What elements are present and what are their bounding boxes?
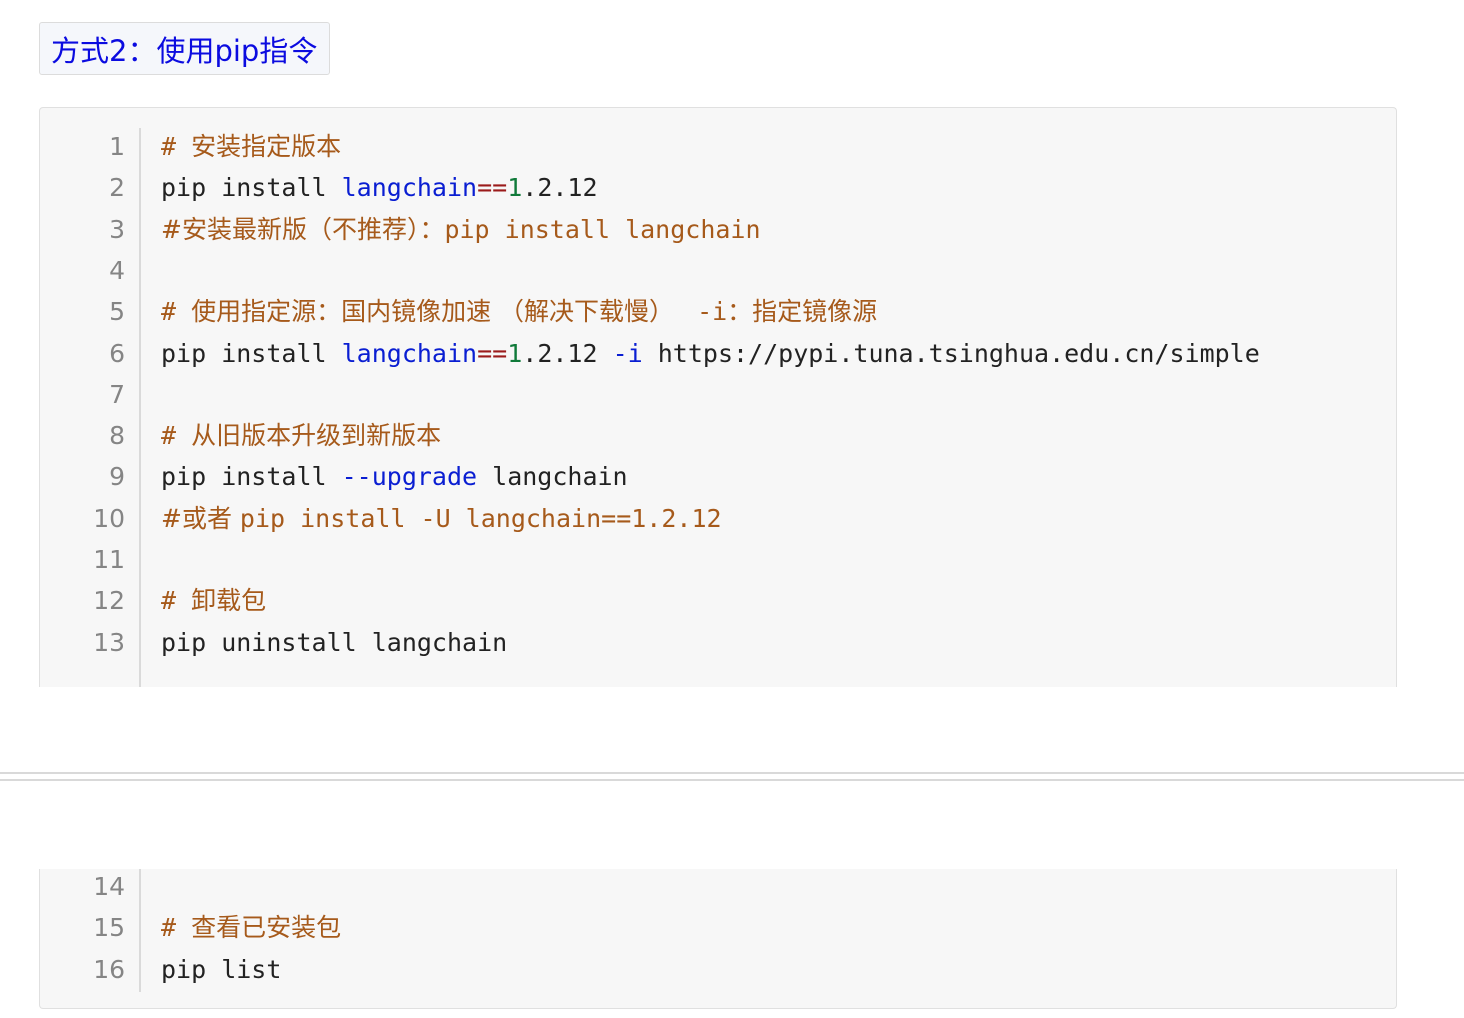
code-line: 10 #或者 pip install -U langchain==1.2.12 (40, 498, 1396, 539)
code-token: == (477, 173, 508, 203)
code-token: pip list (161, 954, 282, 984)
line-number: 14 (93, 872, 125, 901)
code-line: 2 pip install langchain==1.2.12 (40, 167, 1396, 208)
code-line: 1 # 安装指定版本 (40, 126, 1396, 167)
page-break-divider (0, 772, 1464, 774)
code-token: pip install -U langchain==1.2.12 (239, 503, 722, 533)
line-number: 2 (109, 173, 125, 203)
code-token: https://pypi.tuna.tsinghua.edu.cn/simple (642, 338, 1260, 368)
code-line: 8 # 从旧版本升级到新版本 (40, 415, 1396, 456)
code-token: pip install langchain (444, 214, 761, 244)
code-line: 14 (40, 866, 1396, 907)
code-token: 安装指定版本 (191, 132, 342, 161)
line-number: 12 (93, 586, 125, 616)
code-token: -i (612, 338, 643, 368)
line-number: 16 (93, 954, 125, 984)
code-token: # (161, 421, 192, 451)
code-text: pip install --upgrade langchain (161, 456, 628, 497)
code-line: 12 # 卸载包 (40, 580, 1396, 621)
code-text: pip install langchain==1.2.12 (161, 167, 598, 208)
code-token: == (477, 338, 508, 368)
code-block: 1 # 安装指定版本 2 pip install langchain==1.2.12 3… (39, 107, 1397, 687)
line-number: 6 (109, 338, 125, 368)
code-text: # 使用指定源：国内镜像加速 （解决下载慢） -i：指定镜像源 (161, 291, 877, 332)
line-number: 13 (93, 627, 125, 657)
line-number: 9 (109, 462, 125, 492)
line-number: 3 (109, 214, 125, 244)
code-token: pip uninstall langchain (161, 627, 508, 657)
code-line: 4 (40, 250, 1396, 291)
code-text: #或者 pip install -U langchain==1.2.12 (161, 498, 722, 539)
code-token: 1 (507, 338, 523, 368)
line-number: 15 (93, 913, 125, 943)
code-text: # 查看已安装包 (161, 907, 341, 948)
code-token: pip install (161, 338, 342, 368)
code-line: 9 pip install --upgrade langchain (40, 456, 1396, 497)
code-line: 5 # 使用指定源：国内镜像加速 （解决下载慢） -i：指定镜像源 (40, 291, 1396, 332)
code-token: # (161, 132, 192, 161)
code-block-continued: 14 15 # 查看已安装包 16 pip list (39, 869, 1397, 1009)
code-line: 13 pip uninstall langchain (40, 622, 1396, 663)
code-token: 使用指定源：国内镜像加速 （解决下载慢） (191, 297, 683, 327)
code-token: # (161, 297, 192, 327)
code-token: pip install (161, 462, 342, 492)
code-token: 从旧版本升级到新版本 (191, 421, 442, 451)
code-line: 6 pip install langchain==1.2.12 -i https:… (40, 333, 1396, 374)
code-text: pip install langchain==1.2.12 -i https:/… (161, 333, 1260, 374)
code-token: langchain (477, 462, 628, 492)
code-line: 15 # 查看已安装包 (40, 907, 1396, 948)
code-line: 16 pip list (40, 949, 1396, 990)
code-text: # 从旧版本升级到新版本 (161, 415, 441, 456)
line-number: 5 (109, 297, 125, 327)
code-token: # (161, 586, 192, 616)
line-number: 7 (109, 379, 125, 409)
code-text: pip list (161, 949, 281, 990)
code-token: #或者 (161, 503, 240, 533)
page-break-divider-secondary (0, 779, 1464, 781)
code-token: .2.12 (522, 173, 598, 203)
code-token: 1 (507, 173, 523, 203)
code-text: pip uninstall langchain (161, 622, 507, 663)
code-token: langchain (341, 338, 478, 368)
code-token: # (161, 913, 192, 943)
code-token: #安装最新版（不推荐）： (161, 214, 445, 244)
code-token: -i (682, 297, 728, 327)
code-token: .2.12 (522, 338, 613, 368)
code-token: ：指定镜像源 (727, 297, 878, 327)
code-line: 7 (40, 374, 1396, 415)
line-number: 8 (109, 421, 125, 451)
code-line: 3 #安装最新版（不推荐）：pip install langchain (40, 209, 1396, 250)
code-token: pip install (161, 173, 342, 203)
line-number: 1 (109, 132, 125, 161)
code-token: 查看已安装包 (191, 913, 342, 943)
line-number: 10 (93, 503, 125, 533)
code-line: 11 (40, 539, 1396, 580)
code-text: # 安装指定版本 (161, 126, 341, 167)
line-number: 11 (93, 545, 125, 574)
line-number: 4 (109, 255, 125, 285)
section-heading: 方式2：使用pip指令 (39, 22, 330, 75)
code-token: langchain (341, 173, 478, 203)
code-text: #安装最新版（不推荐）：pip install langchain (161, 209, 761, 250)
code-token: 卸载包 (191, 586, 267, 616)
code-text: # 卸载包 (161, 580, 266, 621)
code-token: --upgrade (341, 462, 478, 492)
